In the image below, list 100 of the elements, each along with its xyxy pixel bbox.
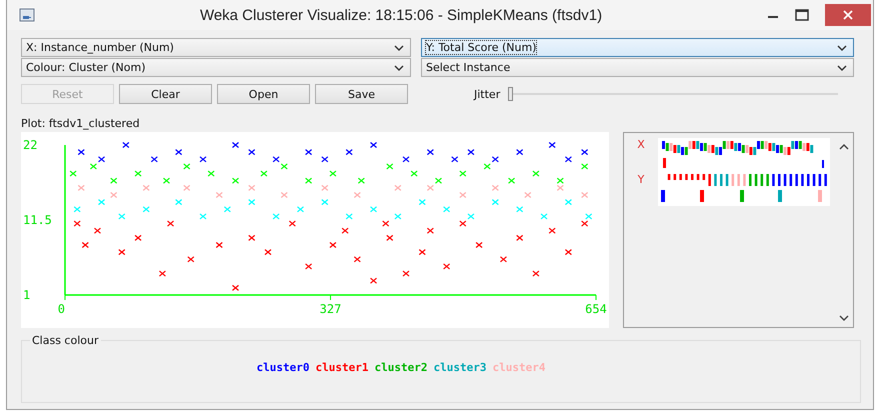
data-point bbox=[118, 213, 126, 220]
data-point bbox=[370, 206, 378, 212]
legend-label: cluster4 bbox=[492, 361, 546, 374]
data-point bbox=[548, 142, 556, 148]
close-button[interactable] bbox=[825, 4, 871, 26]
toolbar-button[interactable]: Clear bbox=[119, 84, 212, 104]
x-tick-label: 654 bbox=[585, 302, 607, 316]
data-point bbox=[467, 149, 475, 156]
data-point bbox=[74, 220, 81, 227]
close-icon bbox=[843, 10, 853, 20]
data-point bbox=[272, 213, 280, 220]
data-point bbox=[475, 242, 483, 248]
slider-thumb[interactable] bbox=[508, 87, 514, 101]
toolbar-button[interactable]: Save bbox=[315, 84, 408, 104]
data-point bbox=[426, 228, 434, 234]
data-point bbox=[296, 206, 304, 212]
data-point bbox=[78, 149, 85, 156]
data-point bbox=[524, 192, 532, 198]
toolbar-button[interactable]: Open bbox=[217, 84, 310, 104]
data-point bbox=[459, 192, 466, 198]
data-point bbox=[98, 199, 106, 206]
data-point bbox=[70, 170, 77, 177]
data-point bbox=[418, 199, 426, 206]
x-tick-label: 327 bbox=[320, 302, 342, 316]
dropdown[interactable]: X: Instance_number (Num) bbox=[21, 38, 411, 57]
data-point bbox=[216, 242, 223, 248]
legend-label: cluster3 bbox=[433, 361, 486, 374]
data-point bbox=[264, 249, 272, 256]
data-point bbox=[78, 184, 85, 191]
data-point bbox=[118, 249, 126, 256]
data-point bbox=[394, 184, 402, 191]
data-point bbox=[142, 206, 150, 212]
dropdown[interactable]: Colour: Cluster (Nom) bbox=[21, 58, 411, 77]
data-point bbox=[288, 220, 296, 227]
data-point bbox=[459, 170, 466, 177]
data-point bbox=[321, 156, 328, 162]
data-point bbox=[304, 178, 312, 184]
data-point bbox=[232, 284, 240, 291]
data-point bbox=[516, 234, 524, 241]
data-point bbox=[451, 156, 458, 162]
data-point bbox=[532, 170, 540, 177]
scroll-up-icon[interactable] bbox=[839, 144, 849, 150]
data-point bbox=[492, 184, 499, 191]
data-point bbox=[426, 149, 434, 156]
data-point bbox=[443, 263, 450, 270]
data-point bbox=[280, 192, 288, 198]
data-point bbox=[187, 256, 194, 262]
caret-icon bbox=[837, 44, 847, 50]
data-point bbox=[329, 242, 337, 248]
caret-icon bbox=[394, 44, 404, 50]
caret-icon bbox=[837, 64, 847, 70]
scroll-down-icon[interactable] bbox=[839, 315, 849, 321]
data-point bbox=[410, 170, 418, 177]
data-point bbox=[354, 256, 361, 262]
data-point bbox=[402, 270, 410, 277]
data-point bbox=[248, 234, 256, 241]
data-point bbox=[248, 199, 256, 206]
data-point bbox=[564, 199, 572, 206]
y-tick-label: 22 bbox=[23, 138, 38, 152]
data-point bbox=[304, 263, 312, 270]
data-point bbox=[150, 156, 158, 162]
data-point bbox=[532, 270, 540, 277]
data-point bbox=[516, 206, 524, 212]
data-point bbox=[548, 228, 556, 234]
data-point bbox=[492, 199, 499, 206]
data-point bbox=[321, 184, 328, 191]
data-point bbox=[500, 256, 508, 262]
data-point bbox=[386, 163, 394, 170]
jitter-label: Jitter bbox=[474, 88, 500, 100]
data-point bbox=[224, 206, 231, 212]
data-point bbox=[443, 206, 450, 212]
data-point bbox=[581, 192, 588, 198]
class-colour-title: Class colour bbox=[31, 334, 100, 347]
data-point bbox=[329, 170, 337, 177]
data-point bbox=[162, 178, 170, 184]
axis-letter: X bbox=[637, 138, 645, 151]
dropdown[interactable]: Select Instance bbox=[421, 58, 854, 77]
data-point bbox=[175, 149, 182, 156]
caret-icon bbox=[394, 64, 404, 70]
data-point bbox=[158, 270, 166, 277]
data-point bbox=[540, 213, 548, 220]
data-point bbox=[134, 234, 142, 241]
dropdown[interactable]: Y: Total Score (Num) bbox=[421, 38, 854, 57]
y-tick-label: 11.5 bbox=[23, 213, 52, 227]
data-point bbox=[304, 149, 312, 156]
x-tick-label: 0 bbox=[58, 302, 65, 316]
maximize-icon[interactable] bbox=[795, 9, 809, 21]
data-point bbox=[508, 178, 516, 184]
data-point bbox=[342, 228, 349, 234]
data-point bbox=[232, 178, 240, 184]
data-point bbox=[354, 192, 361, 198]
legend-label: cluster1 bbox=[316, 361, 368, 374]
data-point bbox=[394, 213, 402, 220]
data-point bbox=[122, 142, 130, 148]
data-point bbox=[183, 184, 190, 191]
data-point bbox=[216, 192, 223, 198]
data-point bbox=[564, 156, 572, 162]
data-point bbox=[134, 170, 142, 177]
data-point bbox=[564, 249, 572, 256]
data-point bbox=[418, 249, 426, 256]
